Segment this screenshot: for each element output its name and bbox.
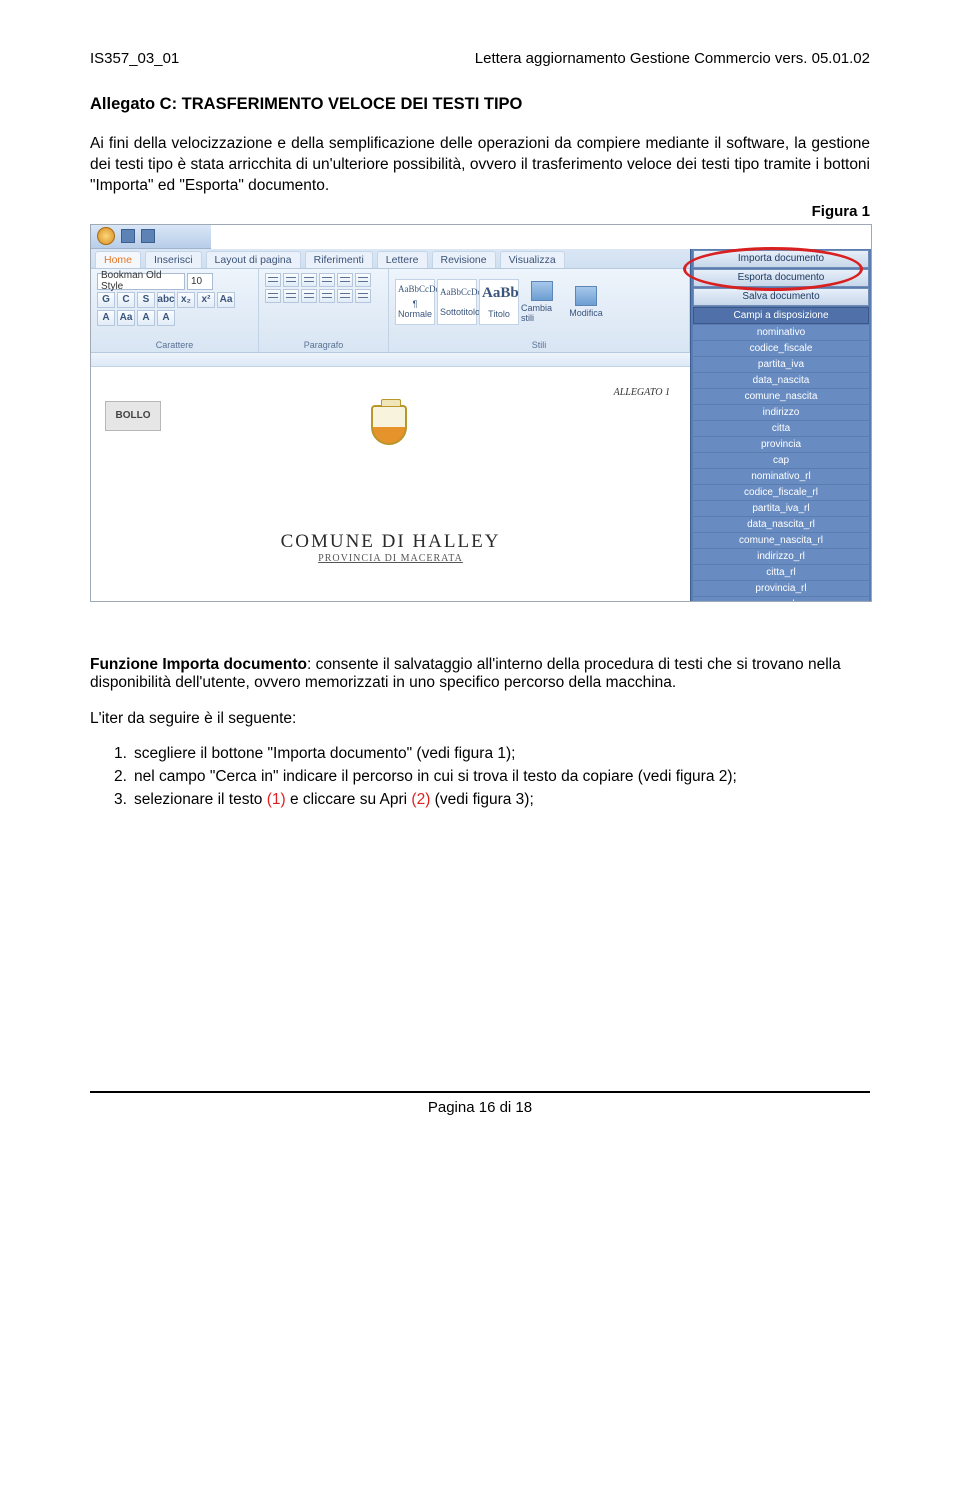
font-size-select[interactable]: 10 bbox=[187, 273, 213, 290]
indent-inc-icon[interactable] bbox=[337, 273, 353, 287]
group-label-styles: Stili bbox=[395, 340, 683, 350]
header-left: IS357_03_01 bbox=[90, 50, 179, 67]
field-codice-fiscale[interactable]: codice_fiscale bbox=[693, 341, 869, 357]
page-header: IS357_03_01 Lettera aggiornamento Gestio… bbox=[90, 50, 870, 67]
side-panel: Importa documento Esporta documento Salv… bbox=[690, 249, 871, 601]
field-citta[interactable]: citta bbox=[693, 421, 869, 437]
align-right-icon[interactable] bbox=[301, 289, 317, 303]
step-3-ref-1: (1) bbox=[267, 791, 286, 808]
document-canvas: BOLLO ALLEGATO 1 COMUNE DI HALLEY PROVIN… bbox=[91, 353, 690, 601]
bollo-placeholder: BOLLO bbox=[105, 401, 161, 431]
align-center-icon[interactable] bbox=[283, 289, 299, 303]
format-italic[interactable]: C bbox=[117, 292, 135, 308]
numbering-icon[interactable] bbox=[283, 273, 299, 287]
function-description: Funzione Importa documento: consente il … bbox=[90, 656, 870, 692]
ribbon-group-paragraph: Paragrafo bbox=[259, 269, 389, 352]
field-partita-iva-rl[interactable]: partita_iva_rl bbox=[693, 501, 869, 517]
municipal-crest-icon bbox=[371, 405, 411, 451]
qat-save-icon[interactable] bbox=[121, 229, 135, 243]
allegato-label: ALLEGATO 1 bbox=[614, 387, 670, 398]
tab-lettere[interactable]: Lettere bbox=[377, 251, 428, 268]
format-underline[interactable]: S bbox=[137, 292, 155, 308]
tab-home[interactable]: Home bbox=[95, 251, 141, 268]
field-comune-nascita[interactable]: comune_nascita bbox=[693, 389, 869, 405]
format-shrink[interactable]: A bbox=[157, 310, 175, 326]
tab-inserisci[interactable]: Inserisci bbox=[145, 251, 202, 268]
modify-icon bbox=[575, 286, 597, 306]
steps-list: 1.scegliere il bottone "Importa document… bbox=[90, 744, 870, 811]
format-grow[interactable]: A bbox=[137, 310, 155, 326]
step-1: 1.scegliere il bottone "Importa document… bbox=[114, 744, 870, 765]
format-strike[interactable]: abc bbox=[157, 292, 175, 308]
field-codice-fiscale-rl[interactable]: codice_fiscale_rl bbox=[693, 485, 869, 501]
field-data-nascita[interactable]: data_nascita bbox=[693, 373, 869, 389]
format-font-color[interactable]: Aa bbox=[117, 310, 135, 326]
group-label-paragraph: Paragrafo bbox=[265, 340, 382, 350]
field-nominativo[interactable]: nominativo bbox=[693, 325, 869, 341]
bullets-icon[interactable] bbox=[265, 273, 281, 287]
step-3-ref-2: (2) bbox=[411, 791, 430, 808]
section-title: Allegato C: TRASFERIMENTO VELOCE DEI TES… bbox=[90, 95, 870, 114]
field-comune-nascita-rl[interactable]: comune_nascita_rl bbox=[693, 533, 869, 549]
comune-province: PROVINCIA DI MACERATA bbox=[91, 553, 690, 564]
modify-button[interactable]: Modifica bbox=[565, 279, 607, 325]
sort-icon[interactable] bbox=[355, 273, 371, 287]
ribbon-body: Bookman Old Style 10 G C S abc x₂ x² Aa … bbox=[91, 269, 690, 353]
format-subscript[interactable]: x₂ bbox=[177, 292, 195, 308]
figure-label: Figura 1 bbox=[90, 203, 870, 220]
field-provincia-rl[interactable]: provincia_rl bbox=[693, 581, 869, 597]
field-nominativo-rl[interactable]: nominativo_rl bbox=[693, 469, 869, 485]
ruler bbox=[91, 353, 690, 367]
format-highlight[interactable]: A bbox=[97, 310, 115, 326]
field-indirizzo-rl[interactable]: indirizzo_rl bbox=[693, 549, 869, 565]
step-3: 3.selezionare il testo (1) e cliccare su… bbox=[114, 790, 870, 811]
shading-icon[interactable] bbox=[355, 289, 371, 303]
line-spacing-icon[interactable] bbox=[337, 289, 353, 303]
side-header-campi: Campi a disposizione bbox=[693, 307, 869, 324]
format-case[interactable]: Aa bbox=[217, 292, 235, 308]
btn-importa-documento[interactable]: Importa documento bbox=[693, 250, 869, 268]
field-citta-rl[interactable]: citta_rl bbox=[693, 565, 869, 581]
btn-esporta-documento[interactable]: Esporta documento bbox=[693, 269, 869, 287]
field-provincia[interactable]: provincia bbox=[693, 437, 869, 453]
field-cap-rl[interactable]: cap_rl bbox=[693, 597, 869, 602]
header-right: Lettera aggiornamento Gestione Commercio… bbox=[475, 50, 870, 67]
style-titolo[interactable]: AaBbTitolo bbox=[479, 279, 519, 325]
step-2: 2.nel campo "Cerca in" indicare il perco… bbox=[114, 767, 870, 788]
style-sottotitolo[interactable]: AaBbCcDdSottotitolo bbox=[437, 279, 477, 325]
change-styles-button[interactable]: Cambia stili bbox=[521, 279, 563, 325]
format-superscript[interactable]: x² bbox=[197, 292, 215, 308]
quick-access-toolbar bbox=[91, 225, 211, 249]
tab-riferimenti[interactable]: Riferimenti bbox=[305, 251, 373, 268]
page-footer: Pagina 16 di 18 bbox=[90, 1091, 870, 1116]
intro-paragraph: Ai fini della velocizzazione e della sem… bbox=[90, 134, 870, 197]
comune-name: COMUNE DI HALLEY bbox=[91, 531, 690, 553]
font-name-select[interactable]: Bookman Old Style bbox=[97, 273, 185, 290]
change-styles-icon bbox=[531, 281, 553, 301]
figure-1-word-screenshot: Home Inserisci Layout di pagina Riferime… bbox=[90, 224, 872, 602]
office-button-icon[interactable] bbox=[97, 227, 115, 245]
comune-heading: COMUNE DI HALLEY PROVINCIA DI MACERATA bbox=[91, 531, 690, 564]
format-bold[interactable]: G bbox=[97, 292, 115, 308]
align-justify-icon[interactable] bbox=[319, 289, 335, 303]
field-partita-iva[interactable]: partita_iva bbox=[693, 357, 869, 373]
ribbon-group-styles: AaBbCcDc¶ Normale AaBbCcDdSottotitolo Aa… bbox=[389, 269, 690, 352]
tab-visualizza[interactable]: Visualizza bbox=[500, 251, 565, 268]
style-normale[interactable]: AaBbCcDc¶ Normale bbox=[395, 279, 435, 325]
group-label-font: Carattere bbox=[97, 340, 252, 350]
tab-layout[interactable]: Layout di pagina bbox=[206, 251, 301, 268]
btn-salva-documento[interactable]: Salva documento bbox=[693, 288, 869, 306]
multilevel-icon[interactable] bbox=[301, 273, 317, 287]
iter-heading: L'iter da seguire è il seguente: bbox=[90, 710, 870, 728]
tab-revisione[interactable]: Revisione bbox=[432, 251, 496, 268]
indent-dec-icon[interactable] bbox=[319, 273, 335, 287]
field-indirizzo[interactable]: indirizzo bbox=[693, 405, 869, 421]
function-name: Funzione Importa documento bbox=[90, 656, 307, 673]
field-cap[interactable]: cap bbox=[693, 453, 869, 469]
qat-undo-icon[interactable] bbox=[141, 229, 155, 243]
field-data-nascita-rl[interactable]: data_nascita_rl bbox=[693, 517, 869, 533]
ribbon-group-font: Bookman Old Style 10 G C S abc x₂ x² Aa … bbox=[91, 269, 259, 352]
align-left-icon[interactable] bbox=[265, 289, 281, 303]
